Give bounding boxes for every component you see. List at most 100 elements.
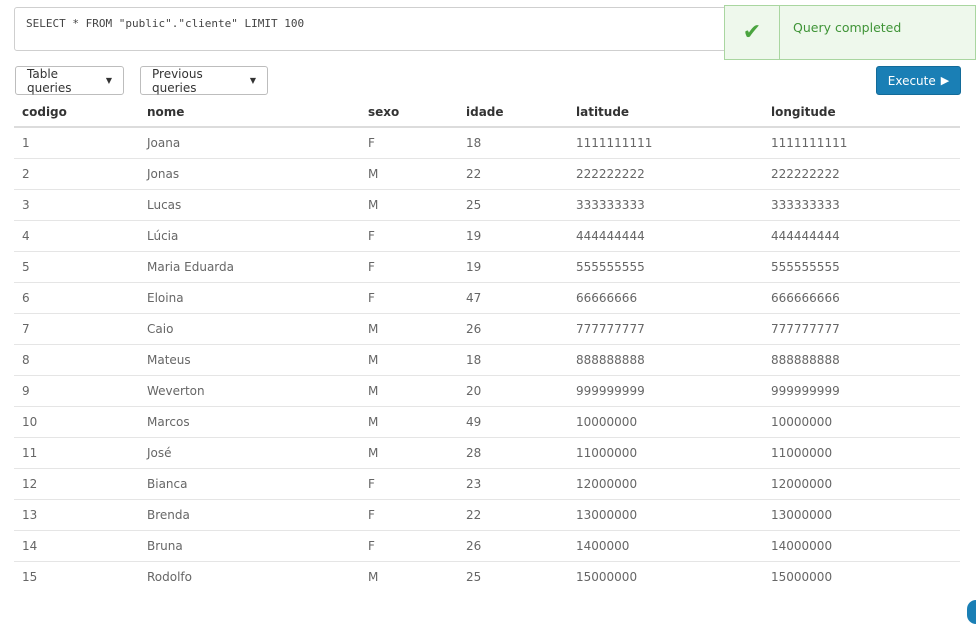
column-header-idade[interactable]: idade <box>458 97 568 128</box>
table-row[interactable]: 1 Joana F 18 1111111111 1111111111 <box>14 127 960 159</box>
table-row[interactable]: 8 Mateus M 18 888888888 888888888 <box>14 344 960 376</box>
table-row[interactable]: 14 Bruna F 26 1400000 14000000 <box>14 530 960 562</box>
table-cell-idade: 18 <box>458 344 568 376</box>
table-cell-longitude: 15000000 <box>771 570 833 584</box>
table-row[interactable]: 10 Marcos M 49 10000000 10000000 <box>14 406 960 438</box>
table-row[interactable]: 7 Caio M 26 777777777 777777777 <box>14 313 960 345</box>
table-cell-sexo: F <box>360 499 458 531</box>
table-queries-label: Table queries <box>27 66 72 95</box>
table-cell-longitude: 888888888 <box>763 344 960 376</box>
column-header-nome[interactable]: nome <box>139 97 360 128</box>
table-cell-sexo: F <box>360 530 458 562</box>
table-cell-latitude: 222222222 <box>568 158 763 190</box>
table-cell-latitude: 444444444 <box>568 220 763 252</box>
table-cell-nome: Bianca <box>139 468 360 500</box>
table-cell-longitude: 777777777 <box>763 313 960 345</box>
table-cell-sexo: M <box>360 437 458 469</box>
table-cell-idade: 26 <box>458 530 568 562</box>
results-table: codigo nome sexo idade latitude longitud… <box>14 97 960 592</box>
table-cell-nome: Caio <box>139 313 360 345</box>
table-cell-idade: 49 <box>458 406 568 438</box>
table-cell-latitude: 1111111111 <box>568 127 763 159</box>
table-row[interactable]: 4 Lúcia F 19 444444444 444444444 <box>14 220 960 252</box>
table-cell-longitude: 11000000 <box>763 437 960 469</box>
table-cell-nome: Eloina <box>139 282 360 314</box>
table-cell-longitude: 222222222 <box>763 158 960 190</box>
table-cell-nome: Joana <box>139 127 360 159</box>
table-cell-codigo: 10 <box>14 406 139 438</box>
table-cell-longitude: 10000000 <box>763 406 960 438</box>
table-cell-latitude: 888888888 <box>568 344 763 376</box>
toast-message: Query completed <box>793 20 902 35</box>
table-cell-nome: Weverton <box>139 375 360 407</box>
table-cell-longitude: 12000000 <box>763 468 960 500</box>
table-cell-idade: 23 <box>458 468 568 500</box>
table-cell-sexo: F <box>360 220 458 252</box>
table-cell-nome: Jonas <box>139 158 360 190</box>
caret-down-icon: ▼ <box>105 76 112 85</box>
table-cell-latitude: 999999999 <box>568 375 763 407</box>
table-cell-idade: 26 <box>458 313 568 345</box>
help-bubble-button[interactable] <box>967 600 976 624</box>
column-header-longitude[interactable]: longitude <box>763 97 960 128</box>
table-row[interactable]: 3 Lucas M 25 333333333 333333333 <box>14 189 960 221</box>
previous-queries-button[interactable]: Previous queries ▼ <box>140 66 268 95</box>
table-cell-latitude: 1400000 <box>568 530 763 562</box>
table-cell-idade: 25 <box>466 570 482 584</box>
table-cell-idade: 22 <box>458 158 568 190</box>
table-cell-latitude: 13000000 <box>568 499 763 531</box>
execute-button[interactable]: Execute ▶ <box>876 66 961 95</box>
table-cell-codigo: 12 <box>14 468 139 500</box>
table-cell-longitude: 999999999 <box>763 375 960 407</box>
table-row[interactable]: 2 Jonas M 22 222222222 222222222 <box>14 158 960 190</box>
column-header-latitude[interactable]: latitude <box>568 97 763 128</box>
table-cell-longitude: 555555555 <box>763 251 960 283</box>
table-row[interactable]: 12 Bianca F 23 12000000 12000000 <box>14 468 960 500</box>
table-cell-latitude: 555555555 <box>568 251 763 283</box>
table-cell-sexo: M <box>360 189 458 221</box>
table-cell-longitude: 13000000 <box>763 499 960 531</box>
table-cell-codigo: 9 <box>14 375 139 407</box>
table-cell-latitude: 12000000 <box>568 468 763 500</box>
column-header-codigo[interactable]: codigo <box>14 97 139 128</box>
table-cell-codigo: 11 <box>14 437 139 469</box>
table-cell-longitude: 333333333 <box>763 189 960 221</box>
table-queries-button[interactable]: Table queries ▼ <box>15 66 124 95</box>
table-cell-codigo: 14 <box>14 530 139 562</box>
column-header-sexo[interactable]: sexo <box>360 97 458 128</box>
table-cell-longitude: 666666666 <box>763 282 960 314</box>
table-cell-sexo: M <box>360 313 458 345</box>
table-row[interactable]: 9 Weverton M 20 999999999 999999999 <box>14 375 960 407</box>
table-cell-longitude: 14000000 <box>763 530 960 562</box>
table-cell-sexo: F <box>360 468 458 500</box>
table-row[interactable]: 5 Maria Eduarda F 19 555555555 555555555 <box>14 251 960 283</box>
table-cell-codigo: 4 <box>14 220 139 252</box>
table-cell-latitude: 15000000 <box>576 570 638 584</box>
table-cell-nome: Marcos <box>139 406 360 438</box>
table-cell-latitude: 777777777 <box>568 313 763 345</box>
table-cell-codigo: 5 <box>14 251 139 283</box>
table-cell-idade: 25 <box>458 189 568 221</box>
table-cell-idade: 19 <box>458 220 568 252</box>
table-header-row: codigo nome sexo idade latitude longitud… <box>14 97 960 128</box>
query-status-toast: ✔ Query completed <box>724 5 976 60</box>
table-cell-idade: 28 <box>458 437 568 469</box>
table-cell-idade: 47 <box>458 282 568 314</box>
table-row[interactable]: 6 Eloina F 47 66666666 666666666 <box>14 282 960 314</box>
table-row[interactable]: 13 Brenda F 22 13000000 13000000 <box>14 499 960 531</box>
previous-queries-label: Previous queries <box>152 66 203 95</box>
table-cell-codigo: 6 <box>14 282 139 314</box>
table-cell-idade: 22 <box>458 499 568 531</box>
table-cell-nome: Brenda <box>139 499 360 531</box>
table-cell-sexo: M <box>360 158 458 190</box>
table-cell-sexo: M <box>360 406 458 438</box>
table-cell-codigo: 1 <box>14 127 139 159</box>
table-cell-nome: Lúcia <box>139 220 360 252</box>
table-cell-sexo: M <box>360 375 458 407</box>
table-cell-latitude: 333333333 <box>568 189 763 221</box>
table-cell-codigo: 8 <box>14 344 139 376</box>
table-row[interactable]: 15 Rodolfo M 25 15000000 15000000 <box>14 562 960 593</box>
table-cell-longitude: 1111111111 <box>763 127 960 159</box>
table-cell-sexo: F <box>360 127 458 159</box>
table-row[interactable]: 11 José M 28 11000000 11000000 <box>14 437 960 469</box>
